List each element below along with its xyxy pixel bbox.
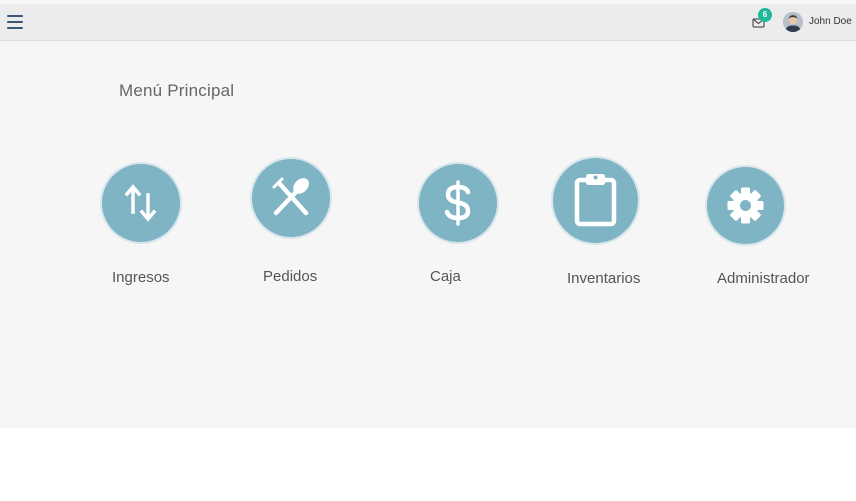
page-title: Menú Principal <box>119 81 235 100</box>
gear-icon[interactable] <box>707 167 784 244</box>
tile-label-caja[interactable]: Caja <box>430 268 461 285</box>
tile-label-inventarios[interactable]: Inventarios <box>567 270 640 287</box>
user-name[interactable]: John Doe <box>809 14 852 30</box>
tile-label-pedidos[interactable]: Pedidos <box>263 268 317 285</box>
fork-spoon-icon[interactable] <box>252 159 330 237</box>
avatar[interactable] <box>783 12 803 32</box>
hamburger-icon[interactable] <box>7 15 23 29</box>
arrows-up-down-icon[interactable] <box>102 164 180 242</box>
tile-label-administrador[interactable]: Administrador <box>717 270 810 287</box>
dollar-icon[interactable] <box>419 164 497 242</box>
top-bar: 6 John Doe <box>0 4 856 41</box>
tile-label-ingresos[interactable]: Ingresos <box>112 269 170 286</box>
app-window: 6 John Doe Menú Principal Ingresos Pedid… <box>0 0 856 428</box>
notification-badge: 6 <box>758 8 772 22</box>
clipboard-icon[interactable] <box>553 158 638 243</box>
